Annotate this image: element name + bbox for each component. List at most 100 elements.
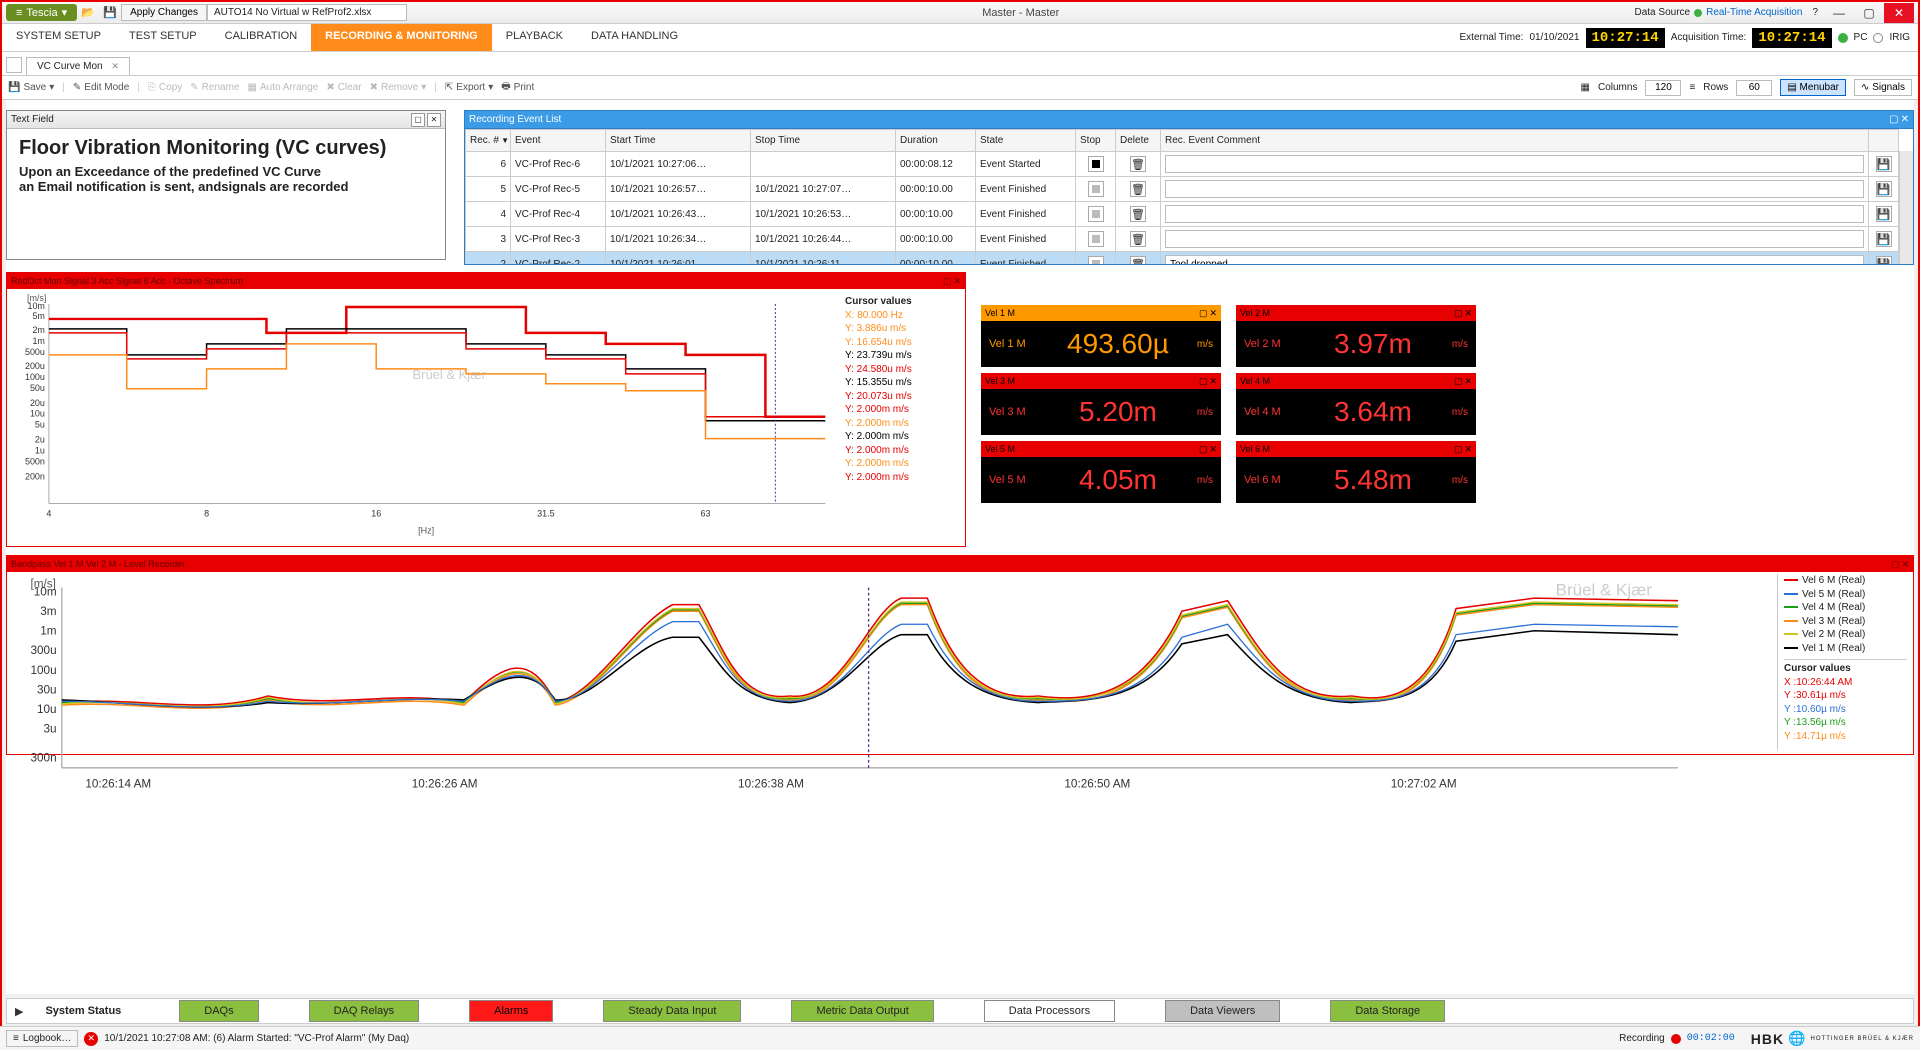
status-daq-relays[interactable]: DAQ Relays [309, 1000, 420, 1022]
event-col-header[interactable]: Rec. # ▼ [466, 130, 511, 152]
event-list-header[interactable]: Recording Event List ▢✕ [465, 111, 1913, 129]
event-col-header[interactable]: State [976, 130, 1076, 152]
panel-close-icon[interactable]: ✕ [953, 276, 961, 287]
status-data-processors[interactable]: Data Processors [984, 1000, 1115, 1022]
event-col-header[interactable]: Rec. Event Comment [1161, 130, 1869, 152]
menu-recording-monitoring[interactable]: RECORDING & MONITORING [311, 24, 492, 51]
event-scrollbar[interactable] [1899, 151, 1913, 264]
panel-close-icon[interactable]: ✕ [1464, 376, 1472, 387]
tab-close-icon[interactable]: ✕ [111, 61, 119, 71]
panel-close-icon[interactable]: ✕ [1209, 444, 1217, 455]
save-comment-button[interactable] [1876, 256, 1892, 264]
irig-radio[interactable] [1873, 33, 1883, 43]
delete-button[interactable] [1130, 231, 1146, 247]
delete-button[interactable] [1130, 156, 1146, 172]
edit-mode-button[interactable]: ✎ Edit Mode [73, 82, 129, 93]
signals-toggle[interactable]: ∿ Signals [1854, 79, 1912, 96]
comment-input[interactable] [1165, 155, 1864, 173]
minimize-button[interactable]: — [1824, 3, 1854, 23]
stop-button[interactable] [1088, 231, 1104, 247]
comment-input[interactable] [1165, 230, 1864, 248]
level-chart-header[interactable]: Bandpass Vel 1 M Vel 2 M - Level Recorde… [7, 556, 1913, 572]
comment-input[interactable] [1165, 255, 1864, 264]
logbook-button[interactable]: ≡ Logbook… [6, 1030, 78, 1047]
panel-max-icon[interactable]: ▢ [1891, 559, 1900, 570]
panel-close-icon[interactable]: ✕ [1464, 308, 1472, 319]
print-button[interactable]: 🖶 Print [501, 79, 534, 96]
columns-input[interactable] [1645, 80, 1681, 96]
save-icon[interactable]: 💾 [102, 5, 118, 21]
save-dropdown[interactable]: 💾 Save ▾ [8, 82, 54, 93]
save-comment-button[interactable] [1876, 181, 1892, 197]
menu-playback[interactable]: PLAYBACK [492, 24, 577, 51]
event-row[interactable]: 2VC-Prof Rec-210/1/2021 10:26:01…10/1/20… [466, 252, 1899, 265]
menu-test-setup[interactable]: TEST SETUP [115, 24, 211, 51]
save-comment-button[interactable] [1876, 231, 1892, 247]
status-data-viewers[interactable]: Data Viewers [1165, 1000, 1280, 1022]
octave-chart-header[interactable]: RedOct Mon Signal 3 Acc Signal 6 Acc - O… [7, 273, 965, 289]
event-row[interactable]: 5VC-Prof Rec-510/1/2021 10:26:57…10/1/20… [466, 177, 1899, 202]
gauge-header[interactable]: Vel 6 M▢✕ [1236, 441, 1476, 457]
apply-changes-button[interactable]: Apply Changes [121, 4, 207, 21]
panel-max-icon[interactable]: ▢ [1454, 376, 1463, 387]
tab-close-all-icon[interactable] [6, 57, 22, 73]
panel-max-icon[interactable]: ▢ [943, 276, 952, 287]
stop-button[interactable] [1088, 256, 1104, 264]
octave-chart-body[interactable]: [m/s] Brüel & Kjær 10m 5m 2m 1m 500u 200… [7, 289, 965, 546]
save-comment-button[interactable] [1876, 156, 1892, 172]
delete-button[interactable] [1130, 181, 1146, 197]
event-col-header[interactable]: Delete [1116, 130, 1161, 152]
panel-close-icon[interactable]: ✕ [1901, 114, 1909, 125]
panel-close-icon[interactable]: ✕ [1901, 559, 1909, 570]
event-col-header[interactable] [1869, 130, 1899, 152]
comment-input[interactable] [1165, 180, 1864, 198]
open-folder-icon[interactable]: 📂 [80, 5, 96, 21]
maximize-button[interactable]: ▢ [1854, 3, 1884, 23]
app-menu-button[interactable]: ≡ Tescia ▾ [6, 4, 77, 21]
gauge-header[interactable]: Vel 5 M▢✕ [981, 441, 1221, 457]
panel-max-icon[interactable]: ▢ [411, 113, 425, 127]
event-row[interactable]: 6VC-Prof Rec-610/1/2021 10:27:06…00:00:0… [466, 152, 1899, 177]
text-field-header[interactable]: Text Field ▢✕ [7, 111, 445, 129]
data-source-value[interactable]: Real-Time Acquisition [1706, 7, 1802, 18]
stop-button[interactable] [1088, 181, 1104, 197]
panel-close-icon[interactable]: ✕ [1209, 376, 1217, 387]
event-row[interactable]: 4VC-Prof Rec-410/1/2021 10:26:43…10/1/20… [466, 202, 1899, 227]
gauge-header[interactable]: Vel 2 M▢✕ [1236, 305, 1476, 321]
event-col-header[interactable]: Stop Time [751, 130, 896, 152]
status-alarms[interactable]: Alarms [469, 1000, 553, 1022]
gauge-header[interactable]: Vel 4 M▢✕ [1236, 373, 1476, 389]
play-icon[interactable]: ▶ [15, 1005, 23, 1018]
help-button[interactable]: ? [1812, 7, 1818, 18]
rows-input[interactable] [1736, 80, 1772, 96]
export-dropdown[interactable]: ⇱ Export ▾ [445, 82, 493, 93]
close-button[interactable]: ✕ [1884, 3, 1914, 23]
menu-system-setup[interactable]: SYSTEM SETUP [2, 24, 115, 51]
stop-button[interactable] [1088, 206, 1104, 222]
event-col-header[interactable]: Event [511, 130, 606, 152]
panel-close-icon[interactable]: ✕ [427, 113, 441, 127]
panel-max-icon[interactable]: ▢ [1454, 444, 1463, 455]
status-steady-data-input[interactable]: Steady Data Input [603, 1000, 741, 1022]
gauge-header[interactable]: Vel 1 M▢✕ [981, 305, 1221, 321]
panel-max-icon[interactable]: ▢ [1454, 308, 1463, 319]
panel-close-icon[interactable]: ✕ [1464, 444, 1472, 455]
event-col-header[interactable]: Duration [896, 130, 976, 152]
status-data-storage[interactable]: Data Storage [1330, 1000, 1445, 1022]
menu-calibration[interactable]: CALIBRATION [211, 24, 312, 51]
menu-data-handling[interactable]: DATA HANDLING [577, 24, 692, 51]
gauge-header[interactable]: Vel 3 M▢✕ [981, 373, 1221, 389]
tab-vc-curve-mon[interactable]: VC Curve Mon ✕ [26, 57, 130, 75]
level-chart-body[interactable]: [m/s] Brüel & Kjær 10m 3m 1m 300u 100u 3… [7, 572, 1913, 754]
pc-radio[interactable] [1838, 33, 1848, 43]
comment-input[interactable] [1165, 205, 1864, 223]
status-daqs[interactable]: DAQs [179, 1000, 258, 1022]
delete-button[interactable] [1130, 206, 1146, 222]
panel-max-icon[interactable]: ▢ [1889, 114, 1898, 125]
stop-button[interactable] [1088, 156, 1104, 172]
panel-close-icon[interactable]: ✕ [1209, 308, 1217, 319]
save-comment-button[interactable] [1876, 206, 1892, 222]
event-row[interactable]: 3VC-Prof Rec-310/1/2021 10:26:34…10/1/20… [466, 227, 1899, 252]
event-col-header[interactable]: Start Time [606, 130, 751, 152]
menubar-toggle[interactable]: ▤ Menubar [1780, 79, 1846, 96]
